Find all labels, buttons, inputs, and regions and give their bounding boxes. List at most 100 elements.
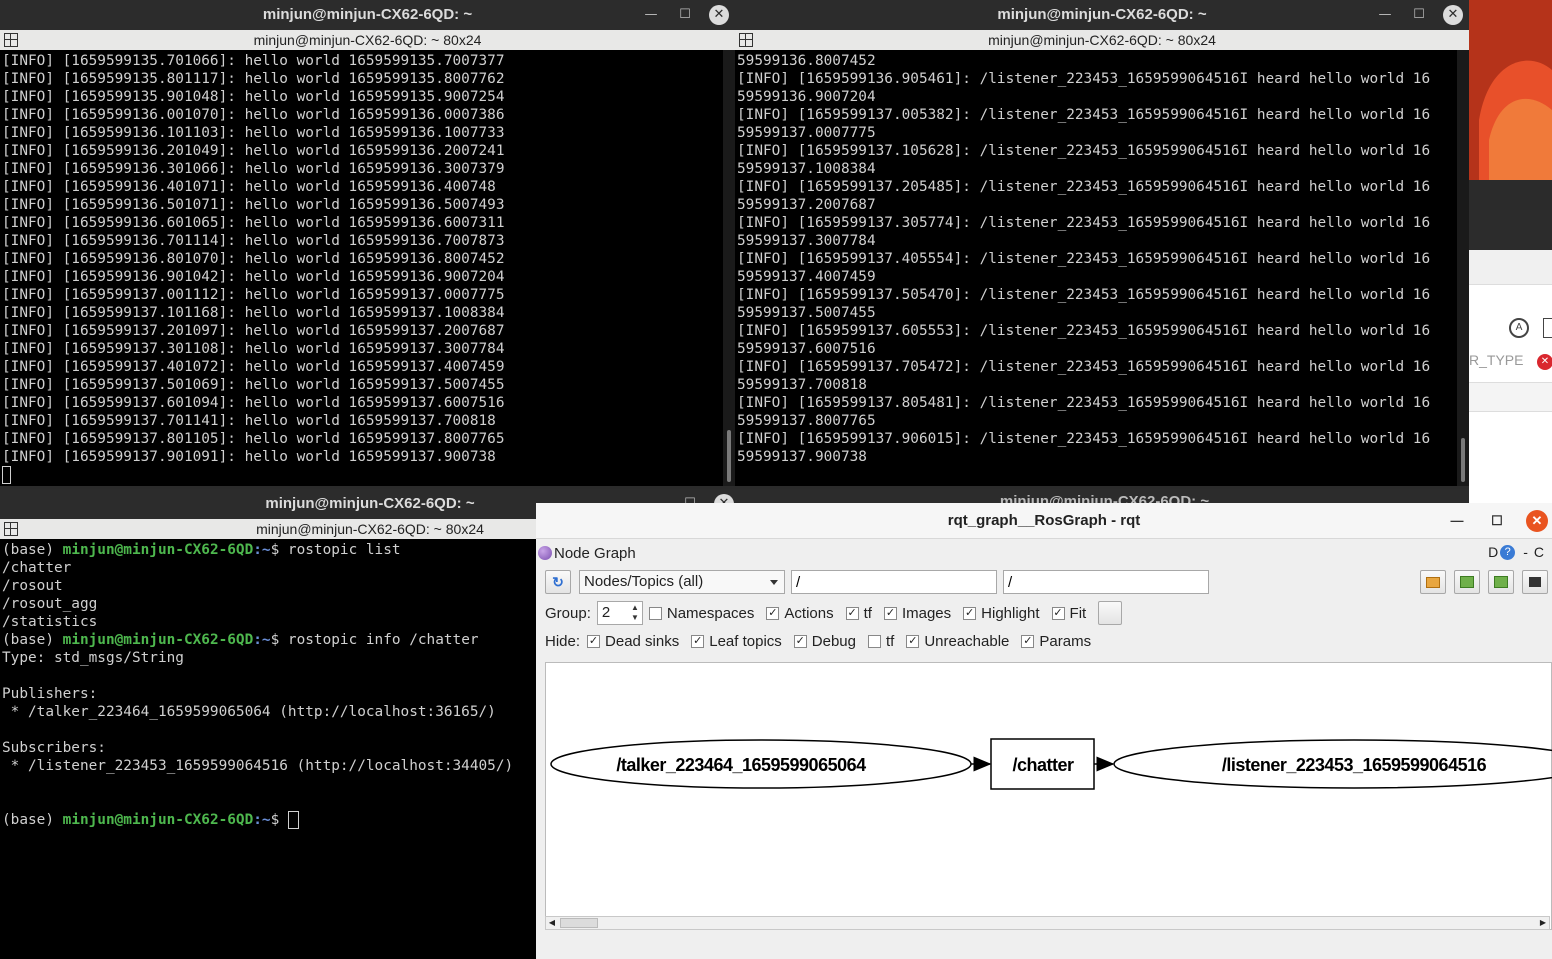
close-icon[interactable]: ✕	[1443, 5, 1463, 25]
maximize-icon[interactable]: ☐	[1486, 510, 1508, 532]
checkbox-label[interactable]: Debug	[812, 633, 856, 650]
maximize-icon[interactable]: ☐	[675, 5, 695, 25]
terminal-line: [INFO] [1659599137.301108]: hello world …	[2, 341, 505, 357]
terminal-menu-icon[interactable]	[4, 522, 18, 536]
terminal-line: [INFO] [1659599137.005382]: /listener_22…	[737, 107, 1431, 123]
checkbox-images[interactable]: ✓	[883, 606, 897, 620]
checkbox-debug[interactable]: ✓	[793, 635, 807, 648]
minimize-icon[interactable]: —	[1446, 510, 1468, 532]
window-controls: — ☐ ✕	[1375, 4, 1463, 26]
checkbox-label[interactable]: Params	[1039, 633, 1091, 650]
terminal-line: 59599136.9007204	[737, 89, 876, 105]
scroll-right-icon[interactable]: ▶	[1537, 917, 1549, 929]
terminal-cursor	[2, 466, 11, 484]
checkbox-namespaces[interactable]	[648, 606, 662, 620]
terminal-output[interactable]: 59599136.8007452 [INFO] [1659599136.90546…	[735, 50, 1469, 486]
spin-arrows-icon[interactable]: ▲ ▼	[631, 603, 639, 623]
minimize-icon[interactable]: —	[1375, 5, 1395, 25]
chevron-down-icon	[770, 580, 778, 585]
minimize-icon[interactable]: —	[641, 5, 661, 25]
column-header-fragment: R_TYPE	[1469, 352, 1524, 368]
checkbox-label[interactable]: tf	[886, 633, 894, 650]
terminal-title: minjun@minjun-CX62-6QD: ~	[735, 0, 1469, 30]
terminal-top-left[interactable]: minjun@minjun-CX62-6QD: ~ — ☐ ✕ minjun@m…	[0, 0, 735, 486]
checkbox-leaf-topics[interactable]: ✓	[691, 635, 705, 648]
settings-icon[interactable]: A	[1509, 318, 1529, 338]
refresh-icon: ↻	[552, 573, 564, 590]
graph-horizontal-scrollbar[interactable]: ◀ ▶	[545, 916, 1550, 930]
rqt-title: rqt_graph__RosGraph - rqt	[947, 512, 1141, 529]
folder-icon	[1426, 576, 1440, 588]
checkbox-highlight[interactable]: ✓	[963, 606, 977, 620]
topic-filter-input[interactable]	[1003, 570, 1209, 594]
help-icon[interactable]: ?	[1500, 544, 1516, 560]
checkbox-label[interactable]: Highlight	[981, 605, 1039, 622]
group-spinbox[interactable]: 2 ▲ ▼	[596, 601, 643, 625]
checkbox-label[interactable]: Dead sinks	[605, 633, 679, 650]
terminal-line: [INFO] [1659599137.205485]: /listener_22…	[737, 179, 1431, 195]
terminal-line: 59599137.8007765	[737, 413, 876, 429]
scroll-left-icon[interactable]: ◀	[546, 917, 558, 929]
terminal-scrollbar[interactable]	[1457, 50, 1469, 486]
dock-button[interactable]: D	[1488, 544, 1498, 560]
window-controls: — ☐ ✕	[641, 4, 729, 26]
checkbox-tf[interactable]	[867, 635, 881, 648]
node-filter-input[interactable]	[791, 570, 997, 594]
terminal-cursor	[287, 811, 299, 829]
terminal-line: 59599137.4007459	[737, 269, 876, 285]
close-plugin-icon[interactable]: C	[1534, 544, 1544, 560]
rqt-window[interactable]: rqt_graph__RosGraph - rqt — ☐ ✕ Node Gra…	[536, 503, 1552, 959]
terminal-line: [INFO] [1659599135.901048]: hello world …	[2, 89, 505, 105]
load-dot-button[interactable]	[1420, 570, 1446, 594]
checkbox-label[interactable]: tf	[864, 605, 872, 622]
terminal-bottom-right-title[interactable]: minjun@minjun-CX62-6QD: ~	[740, 489, 1469, 503]
minimize-plugin-icon[interactable]: -	[1523, 544, 1528, 560]
close-icon[interactable]: ✕	[709, 5, 729, 25]
terminal-menu-icon[interactable]	[739, 33, 753, 47]
terminal-line: 59599137.900738	[737, 449, 867, 465]
checkbox-fit[interactable]: ✓	[1051, 606, 1065, 620]
terminal-line: 59599137.2007687	[737, 197, 876, 213]
checkbox-label[interactable]: Namespaces	[667, 605, 755, 622]
terminal-line: [INFO] [1659599136.301066]: hello world …	[2, 161, 505, 177]
terminal-line: 59599137.5007455	[737, 305, 876, 321]
terminal-line: 59599136.8007452	[737, 53, 876, 69]
terminal-line: [INFO] [1659599137.801105]: hello world …	[2, 431, 505, 447]
checkbox-tf[interactable]: ✓	[845, 606, 859, 620]
save-dot-button[interactable]	[1454, 570, 1480, 594]
fit-view-button[interactable]	[1098, 601, 1123, 625]
checkbox-label[interactable]: Unreachable	[924, 633, 1009, 650]
terminal-line: [INFO] [1659599136.501071]: hello world …	[2, 197, 505, 213]
graph-canvas[interactable]: /talker_223464_1659599065064 /chatter /l…	[545, 662, 1552, 930]
refresh-button[interactable]: ↻	[545, 570, 571, 594]
checkbox-label[interactable]: Leaf topics	[709, 633, 782, 650]
checkbox-params[interactable]: ✓	[1021, 635, 1035, 648]
terminal-line: [INFO] [1659599136.905461]: /listener_22…	[737, 71, 1431, 87]
terminal-output[interactable]: [INFO] [1659599135.701066]: hello world …	[0, 50, 735, 486]
save-svg-button[interactable]	[1488, 570, 1514, 594]
background-window: A R_TYPE ✕	[1469, 0, 1552, 503]
terminal-tab-bar: minjun@minjun-CX62-6QD: ~ 80x24	[735, 30, 1469, 50]
checkbox-label[interactable]: Images	[902, 605, 951, 622]
terminal-subtitle: minjun@minjun-CX62-6QD: ~ 80x24	[256, 521, 484, 537]
graph-type-select[interactable]: Nodes/Topics (all)	[579, 570, 785, 594]
checkbox-actions[interactable]: ✓	[766, 606, 780, 620]
terminal-menu-icon[interactable]	[4, 33, 18, 47]
save-image-button[interactable]	[1522, 570, 1548, 594]
terminal-line: [INFO] [1659599136.001070]: hello world …	[2, 107, 505, 123]
checkbox-label[interactable]: Actions	[784, 605, 833, 622]
checkbox-dead-sinks[interactable]: ✓	[587, 635, 601, 648]
close-icon[interactable]: ✕	[1526, 510, 1548, 532]
terminal-scrollbar[interactable]	[723, 50, 735, 486]
scroll-thumb[interactable]	[560, 918, 598, 928]
terminal-line: [INFO] [1659599137.601094]: hello world …	[2, 395, 505, 411]
talker-node-label: /talker_223464_1659599065064	[616, 755, 866, 775]
maximize-icon[interactable]: ☐	[1409, 5, 1429, 25]
rqt-titlebar: rqt_graph__RosGraph - rqt — ☐ ✕	[536, 503, 1552, 539]
checkbox-label[interactable]: Fit	[1070, 605, 1087, 622]
terminal-line: 59599137.3007784	[737, 233, 876, 249]
terminal-line: [INFO] [1659599136.801070]: hello world …	[2, 251, 505, 267]
hide-label: Hide:	[545, 633, 581, 650]
checkbox-unreachable[interactable]: ✓	[906, 635, 920, 648]
terminal-top-right[interactable]: minjun@minjun-CX62-6QD: ~ — ☐ ✕ minjun@m…	[735, 0, 1469, 486]
